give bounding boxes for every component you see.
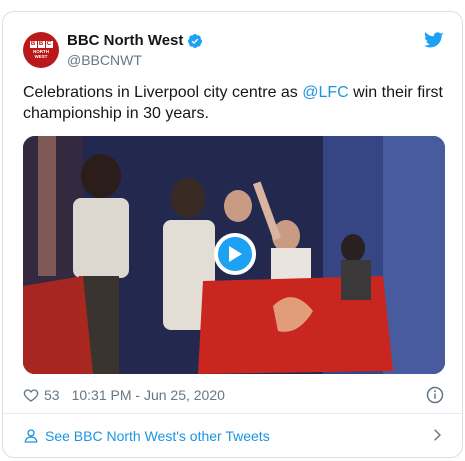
- see-other-tweets-label: See BBC North West's other Tweets: [45, 428, 270, 444]
- avatar[interactable]: B B C NORTH WEST: [23, 32, 59, 68]
- bbc-block-b1: B: [29, 41, 37, 48]
- display-name[interactable]: BBC North West: [67, 32, 183, 49]
- bbc-block-b2: B: [37, 41, 45, 48]
- verified-badge-icon: [188, 33, 203, 48]
- like-count[interactable]: 53: [44, 387, 60, 403]
- play-button[interactable]: [214, 233, 256, 275]
- tweet-meta: 53 10:31 PM - Jun 25, 2020: [23, 384, 225, 406]
- twitter-bird-icon[interactable]: [424, 32, 444, 49]
- bbc-block-c: C: [45, 41, 53, 48]
- see-other-tweets-link[interactable]: See BBC North West's other Tweets: [3, 414, 462, 457]
- name-row: BBC North West: [67, 32, 203, 49]
- tweet-text: Celebrations in Liverpool city centre as…: [23, 82, 448, 124]
- person-icon: [24, 429, 38, 443]
- mention-link[interactable]: @LFC: [302, 84, 348, 101]
- chevron-right-icon: [434, 429, 441, 441]
- avatar-line-west: WEST: [34, 54, 48, 59]
- tweet-text-before: Celebrations in Liverpool city centre as: [23, 84, 303, 101]
- tweet-timestamp[interactable]: 10:31 PM - Jun 25, 2020: [72, 387, 225, 403]
- bbc-logo: B B C: [29, 41, 53, 48]
- play-icon: [229, 246, 242, 262]
- account-handle[interactable]: @BBCNWT: [67, 52, 142, 68]
- info-icon[interactable]: [426, 386, 444, 404]
- tweet-embed-card: B B C NORTH WEST BBC North West @BBCNWT …: [2, 11, 463, 458]
- tweet-header: B B C NORTH WEST BBC North West @BBCNWT: [3, 12, 462, 76]
- video-thumbnail[interactable]: [23, 136, 445, 374]
- heart-icon[interactable]: [23, 387, 39, 403]
